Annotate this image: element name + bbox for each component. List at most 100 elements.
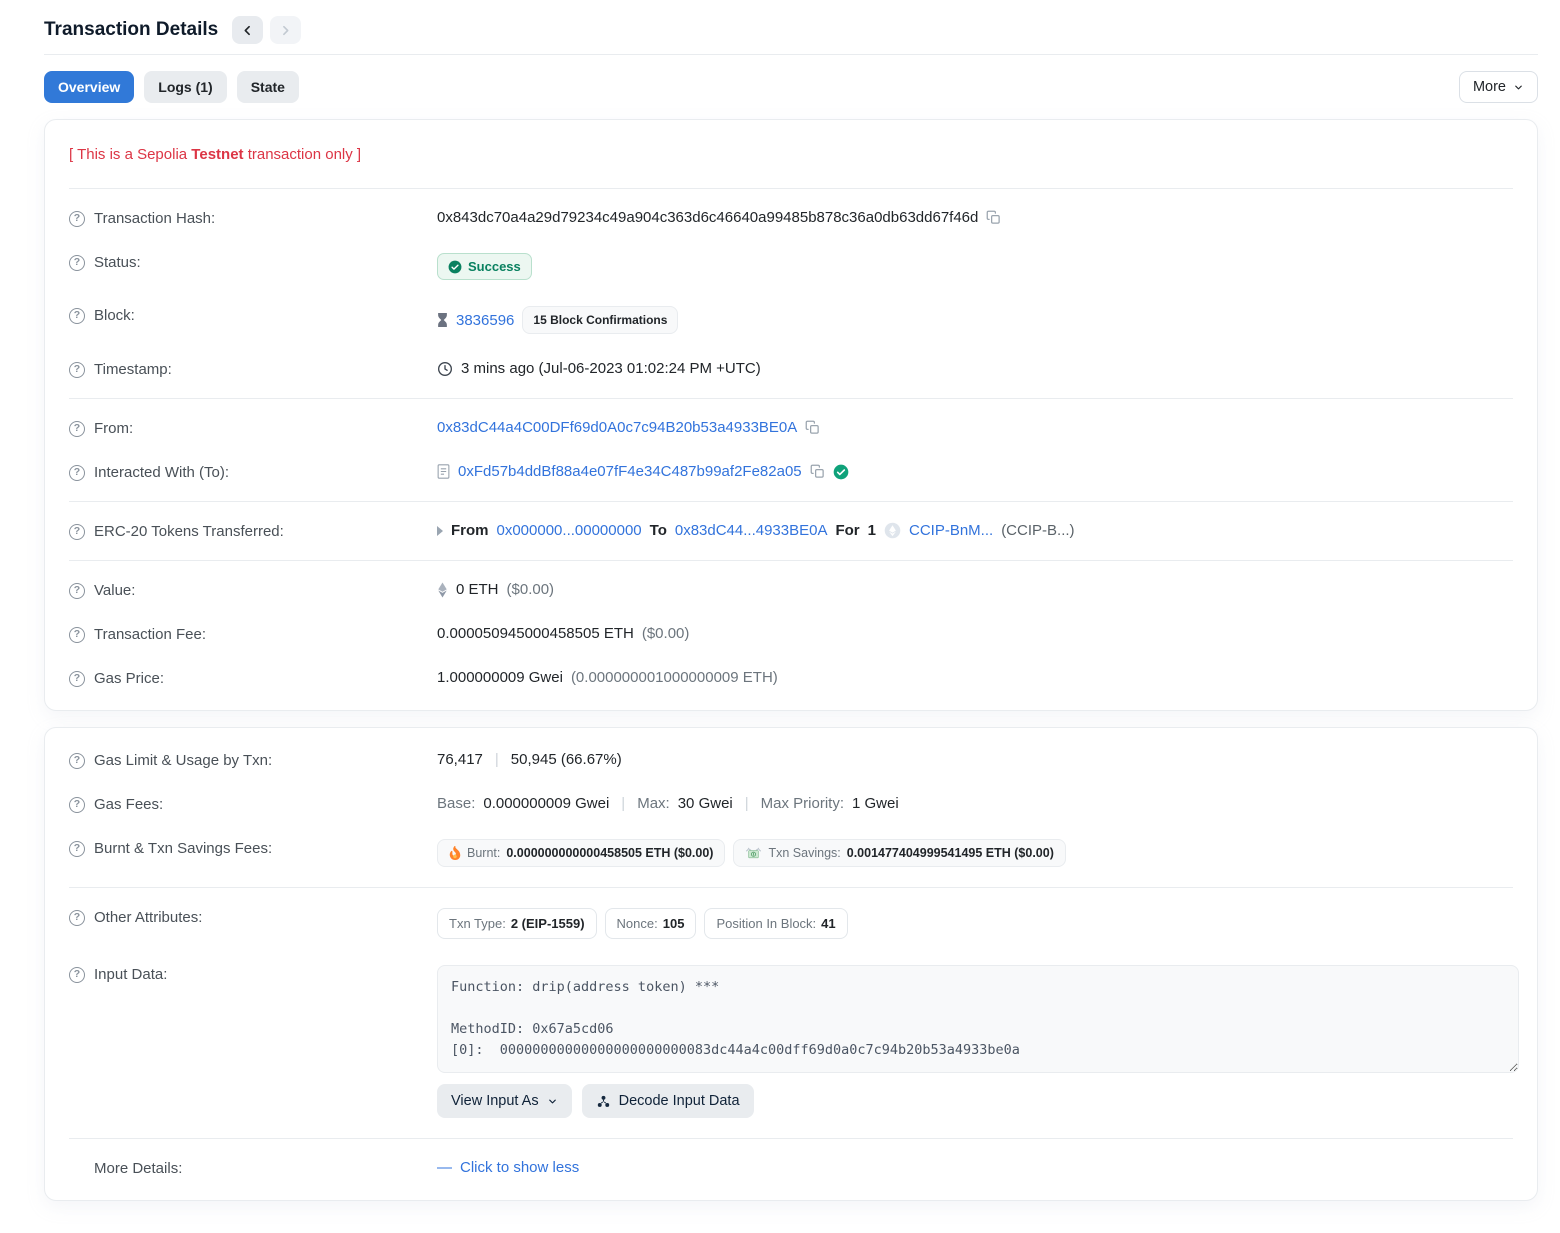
help-icon[interactable]: ? (69, 524, 85, 540)
help-icon[interactable]: ? (69, 362, 85, 378)
help-icon[interactable]: ? (69, 211, 85, 227)
check-circle-icon (448, 260, 462, 274)
chevron-down-icon (547, 1096, 558, 1107)
next-txn-button[interactable] (270, 16, 301, 44)
gas-fees-row: ? Gas Fees: Base: 0.000000009 Gwei | Max… (69, 782, 1513, 826)
txn-type-value: 2 (EIP-1559) (511, 916, 585, 931)
decode-input-data-button[interactable]: Decode Input Data (582, 1084, 754, 1118)
to-address-link[interactable]: 0xFd57b4ddBf88a4e07fF4e34C487b99af2Fe82a… (458, 463, 802, 480)
input-data-textarea[interactable]: Function: drip(address token) *** Method… (437, 965, 1519, 1073)
input-data-label: Input Data: (94, 966, 167, 983)
gas-limit-usage-row: ? Gas Limit & Usage by Txn: 76,417 | 50,… (69, 738, 1513, 782)
help-icon[interactable]: ? (69, 797, 85, 813)
help-icon[interactable]: ? (69, 308, 85, 324)
testnet-banner-highlight: Testnet (191, 146, 243, 163)
other-attributes-row: ? Other Attributes: Txn Type: 2 (EIP-155… (69, 895, 1513, 952)
max-fee-label: Max: (637, 795, 670, 812)
decode-input-data-label: Decode Input Data (619, 1093, 740, 1109)
gas-price-row: ? Gas Price: 1.000000009 Gwei (0.0000000… (69, 656, 1513, 700)
help-icon[interactable]: ? (69, 753, 85, 769)
burnt-fee-badge: Burnt: 0.000000000000458505 ETH ($0.00) (437, 839, 725, 867)
gas-fees-label: Gas Fees: (94, 796, 163, 813)
tab-logs[interactable]: Logs (1) (144, 71, 226, 103)
hourglass-icon (437, 313, 448, 327)
interacted-with-row: ? Interacted With (To): 0xFd57b4ddBf88a4… (69, 450, 1513, 494)
help-icon[interactable]: ? (69, 841, 85, 857)
input-data-row: ? Input Data: Function: drip(address tok… (69, 952, 1513, 1131)
tab-state[interactable]: State (237, 71, 299, 103)
transaction-fee-usd: ($0.00) (642, 625, 690, 642)
input-data-buttons: View Input As Decode Input Data (437, 1084, 1519, 1118)
gas-used-value: 50,945 (66.67%) (511, 751, 622, 768)
help-icon[interactable]: ? (69, 421, 85, 437)
copy-icon (810, 464, 825, 479)
txn-type-badge: Txn Type: 2 (EIP-1559) (437, 908, 597, 939)
testnet-banner: [ This is a Sepolia Testnet transaction … (69, 130, 1513, 181)
status-label: Status: (94, 254, 141, 271)
gas-price-eth: (0.000000001000000009 ETH) (571, 669, 778, 686)
collapse-dash-icon: — (437, 1159, 452, 1176)
value-usd: ($0.00) (507, 581, 555, 598)
divider (69, 1138, 1513, 1139)
nonce-label: Nonce: (617, 916, 658, 931)
decode-icon (596, 1094, 611, 1109)
transaction-hash-row: ? Transaction Hash: 0x843dc70a4a29d79234… (69, 196, 1513, 240)
transaction-fee-label: Transaction Fee: (94, 626, 206, 643)
money-wings-icon (745, 846, 762, 860)
help-icon[interactable]: ? (69, 465, 85, 481)
value-eth: 0 ETH (456, 581, 499, 598)
tabs-row: Overview Logs (1) State More (44, 71, 1538, 103)
show-less-link[interactable]: Click to show less (460, 1159, 579, 1176)
erc20-from-address-link[interactable]: 0x000000...00000000 (497, 522, 642, 539)
token-symbol: (CCIP-B...) (1001, 522, 1074, 539)
help-icon[interactable]: ? (69, 255, 85, 271)
erc20-transfers-label: ERC-20 Tokens Transferred: (94, 523, 284, 540)
burnt-savings-label: Burnt & Txn Savings Fees: (94, 840, 272, 857)
burnt-label: Burnt: (467, 846, 500, 860)
help-icon[interactable]: ? (69, 910, 85, 926)
status-row: ? Status: Success (69, 240, 1513, 293)
previous-txn-button[interactable] (232, 16, 263, 44)
header-divider (44, 54, 1538, 55)
tab-overview[interactable]: Overview (44, 71, 134, 103)
transaction-fee-eth: 0.000050945000458505 ETH (437, 625, 634, 642)
help-icon[interactable]: ? (69, 671, 85, 687)
help-icon[interactable]: ? (69, 967, 85, 983)
tabs: Overview Logs (1) State (44, 71, 299, 103)
block-confirmations-badge: 15 Block Confirmations (522, 306, 678, 334)
help-icon[interactable]: ? (69, 583, 85, 599)
view-input-as-label: View Input As (451, 1093, 539, 1109)
eth-diamond-icon (437, 582, 448, 598)
erc20-for-label: For (835, 522, 859, 539)
copy-hash-button[interactable] (986, 210, 1001, 225)
help-icon[interactable]: ? (69, 627, 85, 643)
position-in-block-label: Position In Block: (716, 916, 816, 931)
page-title: Transaction Details (44, 19, 218, 41)
base-fee-label: Base: (437, 795, 475, 812)
from-row: ? From: 0x83dC44a4C00DFf69d0A0c7c94B20b5… (69, 406, 1513, 450)
timestamp-value: 3 mins ago (Jul-06-2023 01:02:24 PM +UTC… (461, 360, 761, 377)
timestamp-row: ? Timestamp: 3 mins ago (Jul-06-2023 01:… (69, 347, 1513, 391)
copy-to-address-button[interactable] (810, 464, 825, 479)
position-in-block-value: 41 (821, 916, 835, 931)
gas-limit-usage-label: Gas Limit & Usage by Txn: (94, 752, 272, 769)
view-input-as-button[interactable]: View Input As (437, 1084, 572, 1118)
chevron-down-icon (1513, 82, 1524, 93)
status-badge: Success (437, 253, 532, 280)
erc20-from-label: From (451, 522, 489, 539)
token-name-link[interactable]: CCIP-BnM... (909, 522, 993, 539)
block-number-link[interactable]: 3836596 (456, 312, 514, 329)
separator: | (741, 795, 753, 812)
nonce-badge: Nonce: 105 (605, 908, 697, 939)
erc20-to-address-link[interactable]: 0x83dC44...4933BE0A (675, 522, 828, 539)
copy-from-address-button[interactable] (805, 420, 820, 435)
contract-icon (437, 464, 450, 479)
txn-pagination (232, 16, 301, 44)
status-value: Success (468, 259, 521, 274)
copy-icon (805, 420, 820, 435)
max-priority-value: 1 Gwei (852, 795, 899, 812)
more-dropdown-button[interactable]: More (1459, 71, 1538, 103)
from-address-link[interactable]: 0x83dC44a4C00DFf69d0A0c7c94B20b53a4933BE… (437, 419, 797, 436)
erc20-transfers-row: ? ERC-20 Tokens Transferred: From 0x0000… (69, 509, 1513, 553)
testnet-banner-suffix: transaction only ] (244, 146, 362, 163)
